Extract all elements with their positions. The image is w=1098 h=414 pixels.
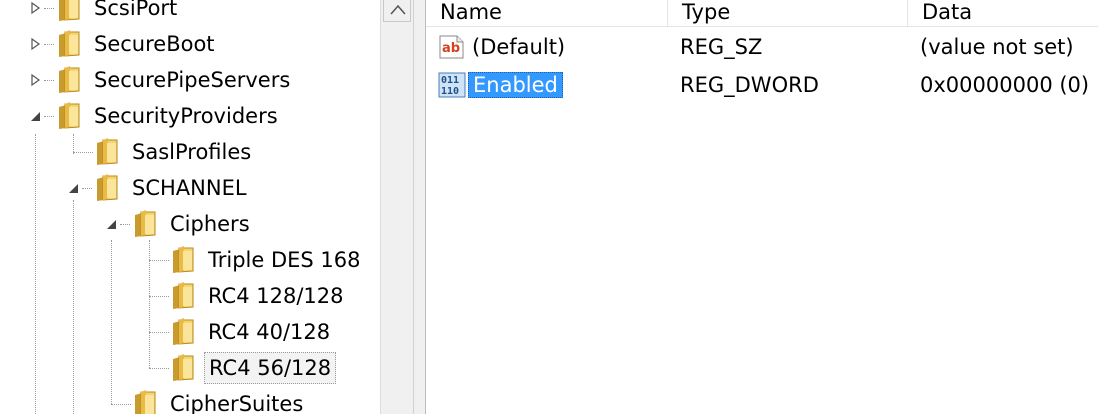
folder-icon	[56, 29, 82, 59]
folder-icon	[94, 137, 120, 167]
expand-arrow-icon[interactable]	[28, 37, 42, 51]
tree-line	[35, 134, 36, 414]
tree-item-label: SecurityProviders	[94, 104, 278, 128]
folder-icon	[56, 101, 82, 131]
folder-icon	[94, 173, 120, 203]
value-name: (Default)	[472, 35, 566, 59]
tree-item-label: SecureBoot	[94, 32, 215, 56]
tree-item-label: CipherSuites	[170, 392, 304, 414]
string-value-icon: ab	[439, 35, 464, 59]
value-data: 0x00000000 (0)	[920, 73, 1090, 97]
tree-item-scsiport[interactable]: ScsiPort	[56, 0, 181, 25]
value-type: REG_DWORD	[680, 73, 819, 97]
tree-line	[73, 152, 93, 153]
tree-item-label: SCHANNEL	[132, 176, 247, 200]
selected-value-name: Enabled	[468, 72, 563, 98]
tree-line	[149, 368, 169, 369]
tree-item-label: RC4 128/128	[208, 284, 344, 308]
tree-line	[111, 404, 131, 405]
registry-tree: ScsiPort SecureBoot SecurePipeServers Se…	[0, 0, 380, 414]
tree-line	[82, 188, 92, 189]
collapse-arrow-icon[interactable]	[104, 217, 118, 231]
tree-line	[149, 260, 169, 261]
tree-item-secureboot[interactable]: SecureBoot	[56, 27, 219, 61]
folder-icon	[170, 317, 196, 347]
folder-icon	[56, 65, 82, 95]
column-header-type[interactable]: Type	[668, 0, 908, 26]
tree-line	[44, 116, 54, 117]
value-type: REG_SZ	[680, 35, 763, 59]
tree-item-rc4-56-128[interactable]: RC4 56/128	[170, 351, 337, 385]
folder-icon	[170, 281, 196, 311]
tree-line	[149, 296, 169, 297]
scroll-up-button[interactable]	[383, 0, 411, 22]
list-row-default[interactable]: ab (Default) REG_SZ (value not set)	[426, 29, 1098, 65]
expand-arrow-icon[interactable]	[28, 1, 42, 15]
folder-icon	[170, 245, 196, 275]
column-header-data[interactable]: Data	[908, 0, 1098, 26]
tree-line	[73, 134, 74, 154]
tree-line	[44, 8, 54, 9]
tree-item-ciphers[interactable]: Ciphers	[132, 207, 254, 241]
tree-line	[149, 332, 169, 333]
tree-item-label: Triple DES 168	[208, 248, 361, 272]
tree-item-label: Ciphers	[170, 212, 250, 236]
value-name: Enabled	[468, 67, 563, 103]
tree-line	[111, 240, 112, 404]
tree-item-label: RC4 56/128	[204, 352, 337, 384]
tree-item-saslprofiles[interactable]: SaslProfiles	[94, 135, 255, 169]
folder-icon	[132, 209, 158, 239]
folder-icon	[56, 0, 82, 23]
svg-text:110: 110	[441, 86, 459, 97]
tree-item-label: SecurePipeServers	[94, 68, 291, 92]
tree-item-securepipeservers[interactable]: SecurePipeServers	[56, 63, 294, 97]
column-header-name[interactable]: Name	[426, 0, 668, 26]
expand-arrow-icon[interactable]	[28, 73, 42, 87]
svg-text:011: 011	[441, 75, 459, 86]
tree-scrollbar[interactable]	[380, 0, 413, 414]
tree-item-schannel[interactable]: SCHANNEL	[94, 171, 251, 205]
pane-splitter[interactable]	[413, 0, 426, 414]
tree-line	[44, 44, 54, 45]
values-list: Name Type Data ab (Default) REG_SZ (valu…	[426, 0, 1098, 414]
list-header: Name Type Data	[426, 0, 1098, 27]
tree-item-triple-des-168[interactable]: Triple DES 168	[170, 243, 365, 277]
folder-icon	[132, 389, 158, 414]
dword-value-icon: 011 110	[438, 72, 466, 98]
tree-item-securityproviders[interactable]: SecurityProviders	[56, 99, 282, 133]
tree-item-label: RC4 40/128	[208, 320, 331, 344]
list-row-enabled[interactable]: 011 110 Enabled REG_DWORD 0x00000000 (0)	[426, 67, 1098, 103]
collapse-arrow-icon[interactable]	[66, 181, 80, 195]
tree-item-label: ScsiPort	[94, 0, 178, 20]
tree-item-label: SaslProfiles	[132, 140, 252, 164]
tree-line	[44, 80, 54, 81]
tree-item-ciphersuites[interactable]: CipherSuites	[132, 387, 307, 414]
chevron-up-icon	[390, 4, 406, 15]
folder-icon	[170, 353, 196, 383]
value-data: (value not set)	[920, 35, 1074, 59]
collapse-arrow-icon[interactable]	[28, 109, 42, 123]
svg-text:ab: ab	[442, 41, 460, 56]
tree-item-rc4-128-128[interactable]: RC4 128/128	[170, 279, 348, 313]
tree-line	[73, 200, 74, 414]
tree-item-rc4-40-128[interactable]: RC4 40/128	[170, 315, 334, 349]
tree-line	[120, 224, 130, 225]
